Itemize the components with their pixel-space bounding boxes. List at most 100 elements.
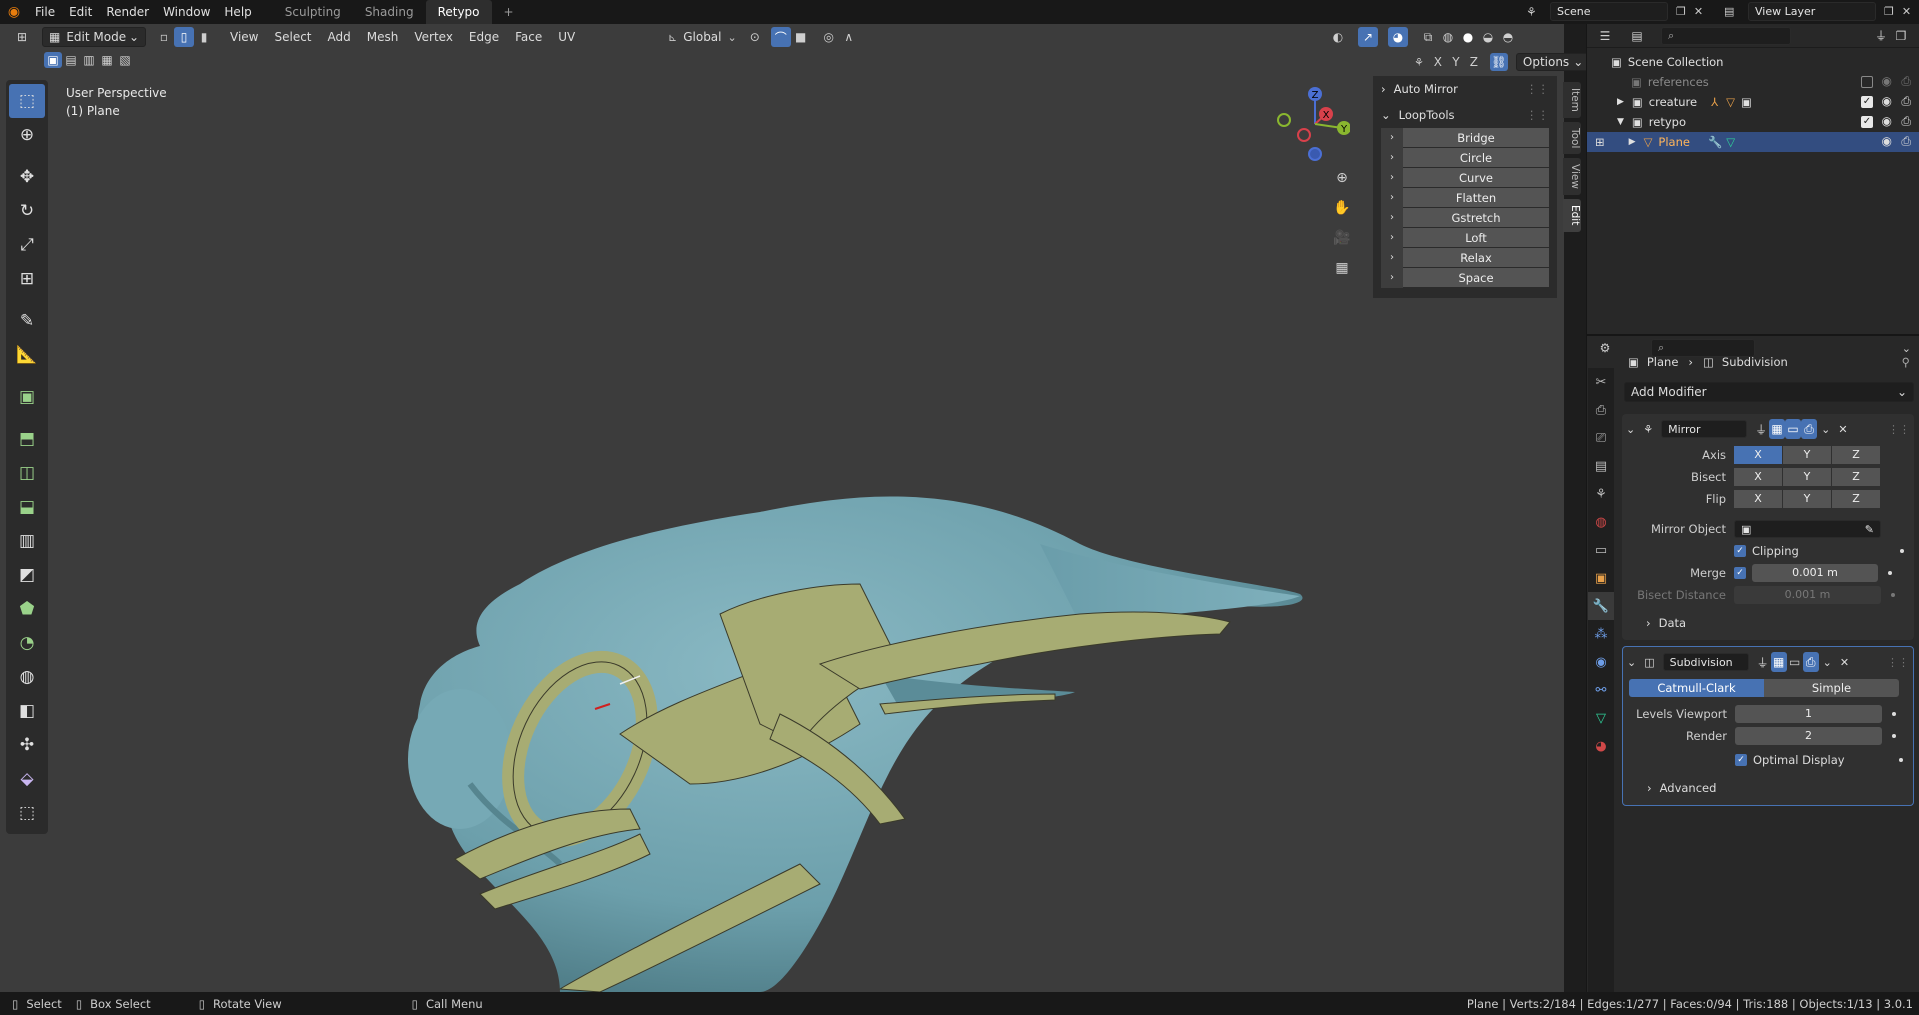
- select-box-tool-icon[interactable]: ⬚: [9, 84, 45, 118]
- mirror-x-button[interactable]: X: [1430, 54, 1446, 70]
- filter-icon[interactable]: ⏚: [1871, 26, 1891, 46]
- eye-icon[interactable]: ◉: [1882, 134, 1892, 148]
- rotate-tool-icon[interactable]: ↻: [9, 194, 45, 228]
- bisect-distance-field[interactable]: 0.001 m: [1734, 586, 1881, 604]
- editor-type-icon[interactable]: ⚙: [1595, 338, 1615, 358]
- menu-window[interactable]: Window: [156, 0, 217, 24]
- measure-tool-icon[interactable]: 📐: [9, 338, 45, 372]
- new-collection-icon[interactable]: ❐: [1891, 26, 1911, 46]
- render-properties-icon[interactable]: ⎙: [1588, 396, 1614, 424]
- looptools-curve-button[interactable]: › Curve: [1381, 167, 1549, 188]
- outliner-row-plane[interactable]: ⊞ ▶ ▽ Plane 🔧 ▽ ◉ ⎙: [1587, 132, 1919, 152]
- delete-scene-icon[interactable]: ✕: [1694, 5, 1703, 18]
- add-modifier-dropdown[interactable]: Add Modifier ⌄: [1624, 382, 1914, 402]
- menu-edit[interactable]: Edit: [62, 0, 99, 24]
- camera-icon[interactable]: ⎙: [1901, 74, 1911, 89]
- tool-properties-icon[interactable]: ✂: [1588, 368, 1614, 396]
- inset-tool-icon[interactable]: ◫: [9, 456, 45, 490]
- outliner-row-creature[interactable]: ▶ ▣ creature ⅄ ▽ ▣ ✓ ◉ ⎙: [1587, 92, 1919, 112]
- tab-view[interactable]: View: [1563, 158, 1581, 196]
- gizmo-icon[interactable]: ↗: [1358, 27, 1378, 47]
- looptools-space-button[interactable]: › Space: [1381, 267, 1549, 288]
- chevron-right-icon[interactable]: ▶: [1617, 97, 1624, 107]
- eyedropper-icon[interactable]: ✎: [1865, 523, 1874, 536]
- advanced-subpanel[interactable]: › Advanced: [1623, 777, 1913, 799]
- tab-item[interactable]: Item: [1563, 82, 1581, 118]
- tab-shading[interactable]: Shading: [353, 0, 426, 24]
- looptools-loft-button[interactable]: › Loft: [1381, 227, 1549, 248]
- shear-tool-icon[interactable]: ⬙: [9, 762, 45, 796]
- transform-tool-icon[interactable]: ⊞: [9, 262, 45, 296]
- axis-z-toggle[interactable]: Z: [1832, 446, 1881, 464]
- add-cube-tool-icon[interactable]: ▣: [9, 380, 45, 414]
- axis-y-toggle[interactable]: Y: [1783, 446, 1832, 464]
- menu-help[interactable]: Help: [217, 0, 258, 24]
- levels-viewport-field[interactable]: 1: [1735, 705, 1882, 723]
- subdivision-name-field[interactable]: Subdivision: [1662, 653, 1749, 671]
- particles-properties-icon[interactable]: ⁂: [1588, 620, 1614, 648]
- cage-toggle-icon[interactable]: ▦: [1770, 652, 1787, 672]
- menu-uv[interactable]: UV: [550, 24, 583, 50]
- mirror-z-button[interactable]: Z: [1466, 54, 1482, 70]
- outliner-row-scene-collection[interactable]: ▣ Scene Collection: [1587, 52, 1919, 72]
- mirror-object-field[interactable]: ▣ ✎: [1734, 520, 1881, 538]
- wireframe-shading-icon[interactable]: ◍: [1438, 27, 1458, 47]
- camera-icon[interactable]: ⎙: [1901, 94, 1911, 109]
- chevron-down-icon[interactable]: ▼: [1617, 117, 1624, 127]
- display-mode-icon[interactable]: ▤: [1627, 26, 1647, 46]
- axis-x-toggle[interactable]: X: [1734, 446, 1783, 464]
- merge-distance-field[interactable]: 0.001 m: [1752, 564, 1878, 582]
- modifier-properties-icon[interactable]: 🔧: [1588, 592, 1614, 620]
- keyframe-dot-icon[interactable]: [1899, 758, 1903, 762]
- menu-render[interactable]: Render: [99, 0, 156, 24]
- scale-tool-icon[interactable]: ⤢: [9, 228, 45, 262]
- cursor-tool-icon[interactable]: ⊕: [9, 118, 45, 152]
- looptools-circle-button[interactable]: › Circle: [1381, 147, 1549, 168]
- editor-type-icon[interactable]: ☰: [1595, 26, 1615, 46]
- bevel-tool-icon[interactable]: ⬓: [9, 490, 45, 524]
- exclude-checkbox[interactable]: ✓: [1861, 96, 1873, 108]
- constraints-properties-icon[interactable]: ⚯: [1588, 676, 1614, 704]
- mirror-y-button[interactable]: Y: [1448, 54, 1464, 70]
- keyframe-dot-icon[interactable]: [1892, 712, 1896, 716]
- camera-icon[interactable]: ⎙: [1901, 114, 1911, 129]
- keyframe-dot-icon[interactable]: [1900, 549, 1904, 553]
- bisect-z-toggle[interactable]: Z: [1832, 468, 1881, 486]
- vertex-select-icon[interactable]: ▫: [154, 27, 174, 47]
- menu-vertex[interactable]: Vertex: [406, 24, 461, 50]
- chevron-down-icon[interactable]: ⌄: [1626, 423, 1635, 436]
- chevron-right-icon[interactable]: ›: [1381, 227, 1403, 248]
- flip-z-toggle[interactable]: Z: [1832, 490, 1881, 508]
- edit-mode-toggle-icon[interactable]: ⏚: [1755, 652, 1771, 672]
- render-toggle-icon[interactable]: ⎙: [1801, 419, 1818, 439]
- exclude-checkbox[interactable]: ✓: [1861, 116, 1873, 128]
- bisect-x-toggle[interactable]: X: [1734, 468, 1783, 486]
- face-select-icon[interactable]: ▮: [194, 27, 214, 47]
- chevron-right-icon[interactable]: ›: [1381, 267, 1403, 288]
- grid-view-icon[interactable]: ▦: [1332, 258, 1352, 278]
- chevron-right-icon[interactable]: ›: [1381, 127, 1403, 148]
- drag-handle-icon[interactable]: ⋮⋮: [1526, 108, 1549, 122]
- eye-icon[interactable]: ◉: [1882, 94, 1892, 108]
- snap-icon[interactable]: ⌒: [770, 27, 791, 47]
- scene-icon[interactable]: ⚘: [1526, 5, 1550, 19]
- auto-mirror-header[interactable]: › Auto Mirror ⋮⋮: [1373, 76, 1557, 102]
- chevron-right-icon[interactable]: ▶: [1629, 137, 1636, 147]
- tab-retypo[interactable]: Retypo: [425, 0, 492, 24]
- pan-hand-icon[interactable]: ✋: [1332, 198, 1352, 218]
- simple-button[interactable]: Simple: [1764, 679, 1899, 697]
- tab-edit[interactable]: Edit: [1563, 199, 1581, 232]
- select-subtract-icon[interactable]: ▥: [80, 52, 98, 68]
- close-icon[interactable]: ✕: [1840, 656, 1849, 669]
- looptools-relax-button[interactable]: › Relax: [1381, 247, 1549, 268]
- chevron-down-icon[interactable]: ⌄: [1821, 423, 1830, 436]
- drag-handle-icon[interactable]: ⋮⋮: [1888, 423, 1910, 436]
- physics-properties-icon[interactable]: ◉: [1588, 648, 1614, 676]
- menu-add[interactable]: Add: [320, 24, 359, 50]
- options-dropdown[interactable]: Options ⌄: [1515, 53, 1591, 71]
- viewport-toggle-icon[interactable]: ▭: [1785, 419, 1802, 439]
- camera-icon[interactable]: ⎙: [1901, 134, 1911, 149]
- material-shading-icon[interactable]: ◒: [1478, 27, 1498, 47]
- pivot-icon[interactable]: ⊙: [745, 27, 765, 47]
- optimal-display-checkbox[interactable]: ✓: [1735, 754, 1747, 766]
